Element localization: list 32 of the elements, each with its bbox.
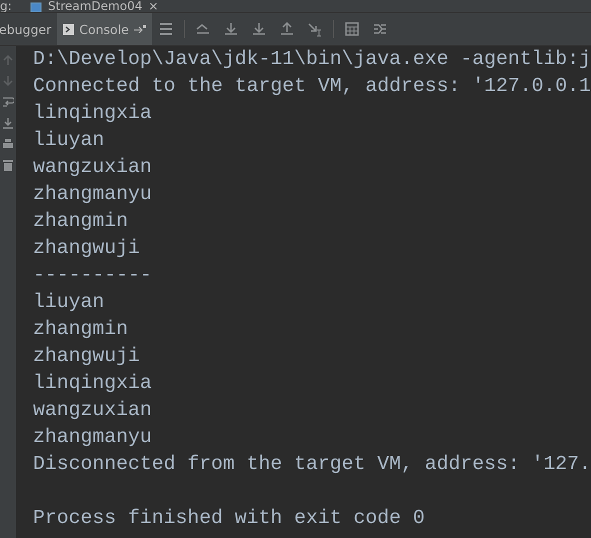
calculator-icon[interactable]: [344, 21, 360, 37]
soft-wrap-icon[interactable]: [2, 96, 14, 108]
console-line: wangzuxian: [33, 155, 153, 180]
console-line: zhangmanyu: [33, 425, 153, 450]
print-icon[interactable]: [2, 138, 14, 150]
download-icon[interactable]: [222, 21, 239, 37]
menu-icon[interactable]: [158, 21, 174, 37]
console-line: zhangmanyu: [33, 182, 153, 207]
trash-icon[interactable]: [2, 159, 14, 171]
console-line: liuyan: [33, 290, 106, 315]
console-line: linqingxia: [33, 101, 153, 126]
panel-tab[interactable]: ebugger: [0, 13, 58, 45]
console-line: liuyan: [33, 128, 106, 153]
step-icon[interactable]: [306, 21, 323, 37]
console-line: D:\Develop\Java\jdk-11\bin\java.exe -agentlib:j: [33, 47, 591, 72]
console-line: zhangwuji: [33, 236, 141, 261]
console-icon: [63, 24, 74, 34]
console-line: Connected to the target VM, address: '127.0.0.1: [33, 74, 591, 99]
console-line: zhangmin: [33, 209, 129, 234]
console-line: Disconnected from the target VM, address: '127.: [33, 452, 591, 477]
pin-icon[interactable]: [134, 25, 146, 33]
scroll-to-top-icon[interactable]: [194, 21, 211, 37]
panel-tab[interactable]: Console: [57, 13, 152, 45]
console-line: linqingxia: [33, 371, 153, 396]
console-line: ----------: [33, 263, 153, 288]
upload-icon[interactable]: [278, 21, 295, 37]
download-icon[interactable]: [2, 117, 14, 129]
download-icon[interactable]: [250, 21, 267, 37]
console-line: zhangwuji: [33, 344, 141, 369]
console-line: zhangmin: [33, 317, 129, 342]
console-line: wangzuxian: [33, 398, 153, 423]
console-line: Process finished with exit code 0: [33, 506, 426, 531]
